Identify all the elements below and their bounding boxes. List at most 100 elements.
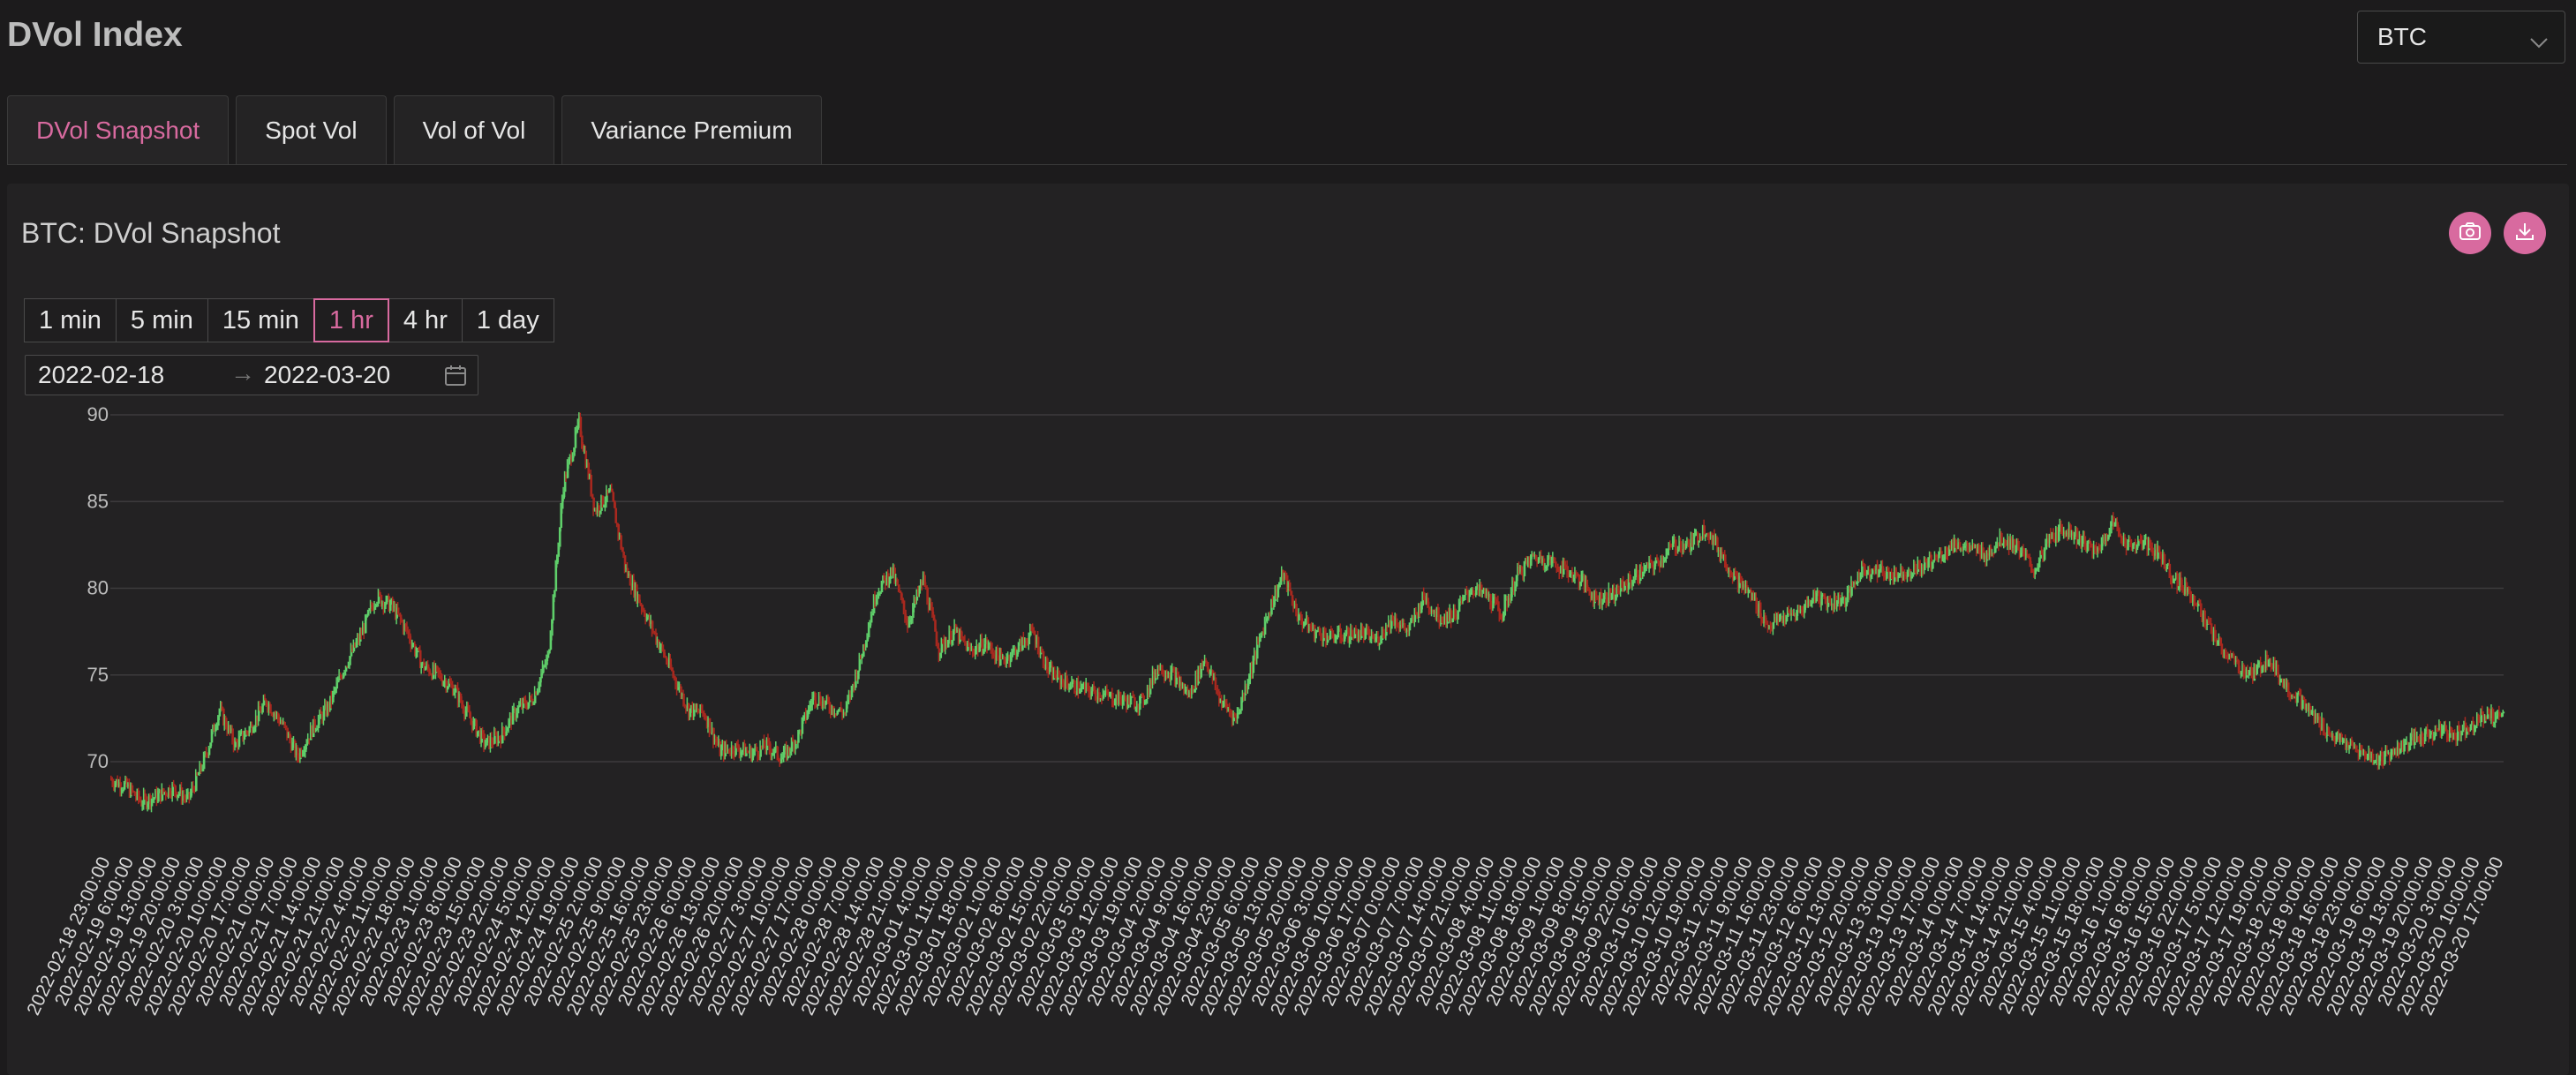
candle bbox=[2233, 653, 2235, 658]
candle bbox=[323, 709, 326, 721]
candle bbox=[397, 607, 400, 614]
candle bbox=[261, 705, 264, 713]
candle bbox=[862, 657, 864, 659]
candle bbox=[1473, 590, 1475, 594]
candle bbox=[2303, 696, 2306, 700]
candle bbox=[620, 535, 622, 548]
candle bbox=[780, 758, 783, 763]
candle bbox=[997, 647, 999, 657]
candle bbox=[868, 628, 870, 638]
candle bbox=[285, 725, 288, 728]
candle bbox=[1095, 689, 1097, 697]
candle bbox=[701, 704, 704, 712]
candle bbox=[662, 644, 665, 650]
y-tick-label: 75 bbox=[87, 664, 109, 686]
candle bbox=[2296, 693, 2299, 703]
y-tick-label: 85 bbox=[87, 490, 109, 512]
candle bbox=[2000, 532, 2003, 545]
candle bbox=[1320, 633, 1322, 640]
candle bbox=[1314, 631, 1317, 639]
dvol-candlestick-chart: 70758085902022-02-18 23:00:002022-02-19 … bbox=[23, 403, 2507, 1019]
candle bbox=[1524, 563, 1526, 576]
candle bbox=[2164, 553, 2166, 569]
candle bbox=[503, 726, 506, 733]
candle bbox=[154, 797, 156, 800]
candle bbox=[2470, 724, 2473, 731]
interval-1-hr[interactable]: 1 hr bbox=[313, 298, 389, 342]
candle bbox=[2503, 711, 2505, 714]
candle bbox=[615, 507, 618, 523]
candle bbox=[1295, 604, 1298, 616]
candle bbox=[1337, 630, 1340, 638]
candle bbox=[2287, 682, 2290, 693]
candle bbox=[1043, 650, 1045, 665]
candle bbox=[554, 590, 556, 598]
candle bbox=[2462, 729, 2465, 733]
candle bbox=[1847, 591, 1849, 603]
candle bbox=[1457, 611, 1459, 620]
candle bbox=[1090, 691, 1093, 696]
candle bbox=[208, 748, 211, 756]
candle bbox=[1073, 680, 1076, 693]
candle bbox=[1927, 557, 1930, 568]
candle bbox=[756, 747, 758, 751]
y-tick-label: 80 bbox=[87, 577, 109, 599]
candle bbox=[2492, 709, 2495, 724]
candle bbox=[1253, 659, 1255, 673]
candle bbox=[1680, 541, 1683, 550]
candle bbox=[1705, 535, 1707, 538]
candle bbox=[2143, 545, 2145, 549]
candle bbox=[244, 736, 246, 740]
candle bbox=[2124, 538, 2127, 548]
candle bbox=[1836, 603, 1839, 607]
candle bbox=[249, 727, 252, 733]
candle bbox=[896, 579, 899, 585]
candle bbox=[1555, 561, 1557, 568]
candle bbox=[903, 600, 906, 610]
candle bbox=[174, 785, 177, 793]
candle bbox=[1547, 559, 1549, 567]
candle bbox=[591, 493, 594, 498]
candle bbox=[471, 718, 473, 722]
candle bbox=[1098, 692, 1101, 700]
candle bbox=[132, 785, 134, 792]
candle bbox=[2017, 541, 2020, 551]
candle bbox=[2194, 595, 2196, 605]
candle bbox=[622, 551, 625, 556]
candle bbox=[555, 564, 558, 591]
candle bbox=[336, 682, 339, 689]
candle bbox=[517, 706, 520, 714]
candle bbox=[2429, 734, 2432, 739]
candle bbox=[269, 703, 272, 713]
candle bbox=[1915, 563, 1917, 571]
candle bbox=[1264, 621, 1267, 635]
candle bbox=[884, 575, 886, 579]
candle bbox=[1497, 601, 1500, 609]
candle bbox=[709, 718, 712, 733]
candle bbox=[1773, 622, 1775, 629]
candle bbox=[1215, 677, 1217, 688]
candle bbox=[367, 610, 370, 616]
candle bbox=[1404, 622, 1406, 628]
candle bbox=[1521, 566, 1524, 575]
candle bbox=[870, 614, 873, 623]
candle bbox=[1699, 540, 1701, 543]
y-tick-label: 70 bbox=[87, 750, 109, 772]
candle bbox=[283, 721, 286, 725]
candle bbox=[238, 735, 241, 748]
candle bbox=[1355, 628, 1358, 632]
candle bbox=[964, 641, 967, 643]
candle bbox=[590, 474, 592, 494]
candle bbox=[1504, 599, 1507, 616]
candle bbox=[1340, 628, 1343, 639]
candle bbox=[485, 745, 487, 748]
candle bbox=[2403, 743, 2406, 752]
candle bbox=[2132, 545, 2135, 549]
candle bbox=[682, 693, 685, 705]
candle bbox=[506, 731, 508, 736]
candle bbox=[2214, 629, 2217, 639]
candle bbox=[198, 773, 200, 776]
candle bbox=[2109, 533, 2112, 537]
candle bbox=[157, 793, 160, 802]
candle bbox=[613, 492, 615, 501]
